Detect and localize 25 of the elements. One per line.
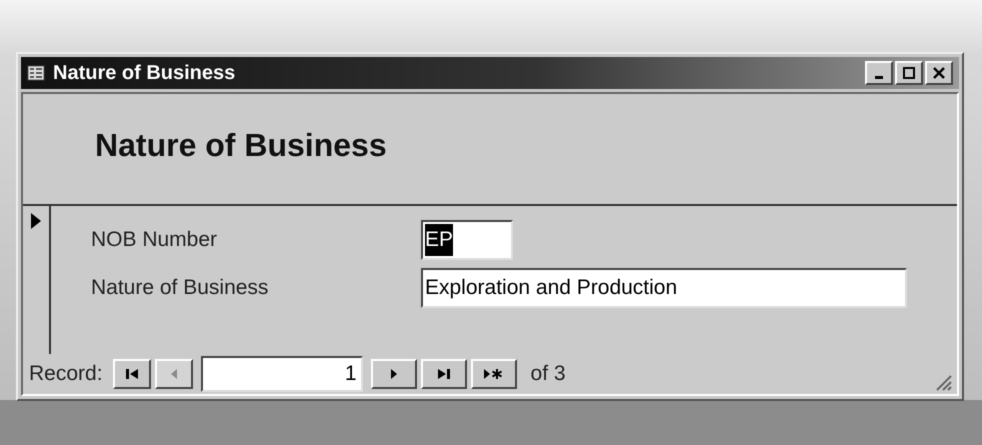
previous-record-icon [168,368,179,380]
close-icon [933,67,945,79]
form-heading: Nature of Business [95,126,387,165]
window-title: Nature of Business [53,61,236,86]
last-record-icon [436,368,452,380]
new-record-icon [482,368,505,380]
record-label: Record: [29,361,103,388]
navigation-button[interactable] [370,359,417,389]
maximize-icon [903,67,915,79]
text-field[interactable]: EP [421,220,513,260]
first-record-icon [124,368,140,380]
navigation-button[interactable] [470,359,517,389]
maximize-button[interactable] [895,61,923,85]
navigation-button[interactable] [112,359,151,389]
next-record-icon [388,368,399,380]
minimize-button[interactable] [865,61,893,85]
navigation-button[interactable] [420,359,467,389]
field-label: Nature of Business [91,275,270,302]
record-count: of 3 [530,361,566,388]
close-button[interactable] [925,61,953,85]
field-label: NOB Number [91,227,218,254]
form-icon [27,65,45,81]
record-number-field[interactable]: 1 [200,356,363,392]
minimize-icon [875,76,883,79]
text-field[interactable]: Exploration and Production [421,268,907,308]
